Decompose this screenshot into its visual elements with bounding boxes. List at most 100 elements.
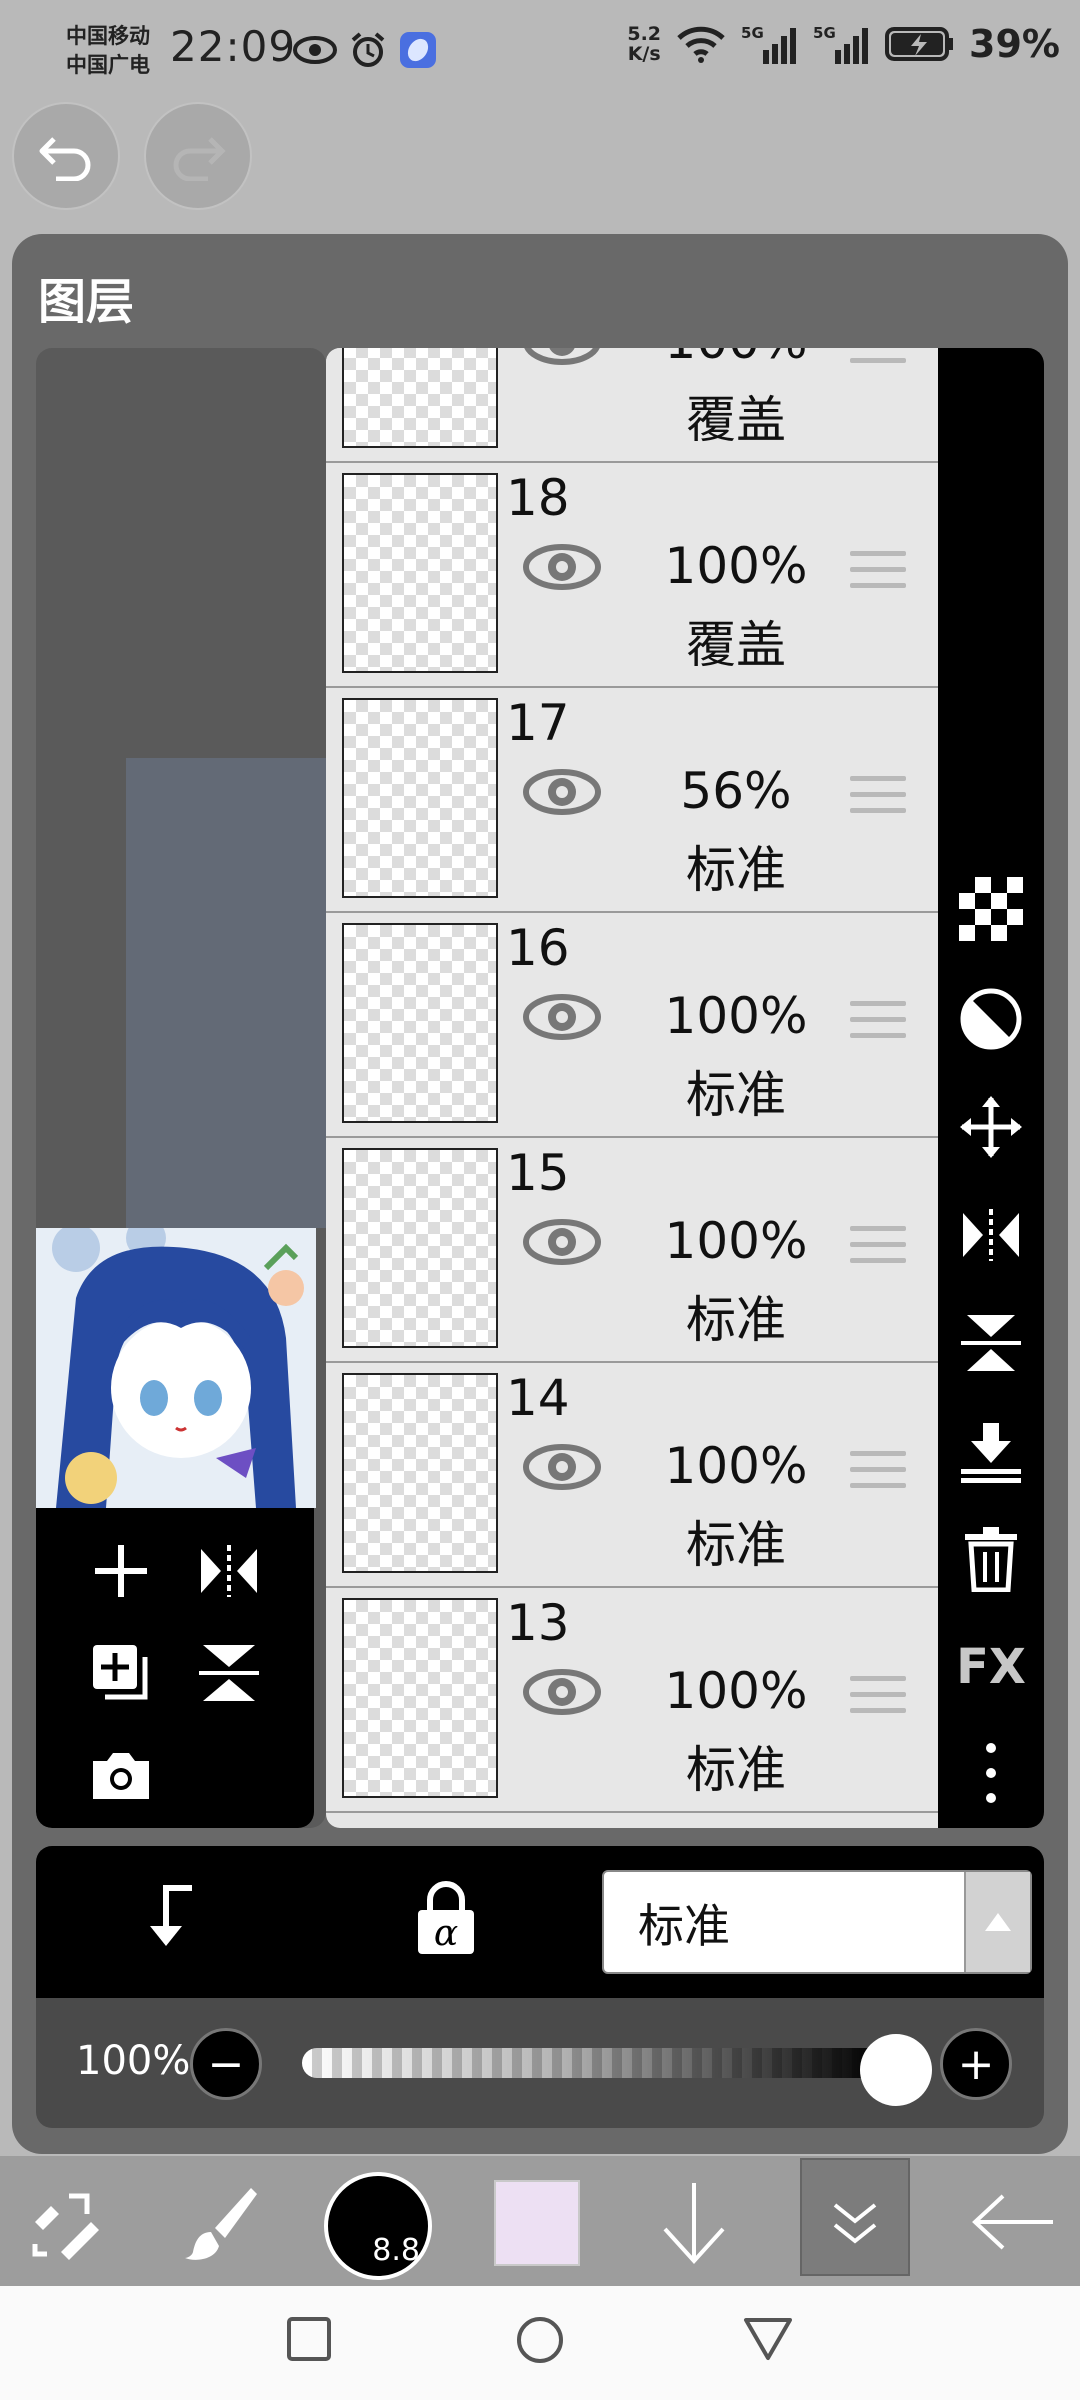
layer-number: 14 bbox=[506, 1369, 570, 1427]
carrier-info: 中国移动 中国广电 bbox=[66, 22, 150, 80]
add-layer-button[interactable] bbox=[86, 1536, 156, 1606]
drag-handle-icon[interactable] bbox=[850, 1451, 906, 1499]
flip-horizontal-button[interactable] bbox=[958, 1202, 1024, 1268]
opacity-slider-track[interactable] bbox=[302, 2048, 882, 2078]
signal-icon-2: 5G bbox=[813, 24, 871, 64]
layer-list[interactable]: 17100%覆盖18100%覆盖1756%标准16100%标准15100%标准1… bbox=[326, 348, 938, 1828]
duplicate-layer-button[interactable] bbox=[86, 1638, 156, 1708]
layer-row[interactable]: 17100%覆盖 bbox=[326, 348, 938, 463]
move-icon bbox=[960, 1096, 1022, 1158]
blend-mode-bar: α 标准 bbox=[36, 1846, 1044, 1998]
layer-row[interactable]: 17 56% 标准 bbox=[326, 688, 938, 913]
system-nav-bar bbox=[0, 2286, 1080, 2400]
flip-vertical-layer-button[interactable] bbox=[194, 1638, 264, 1708]
status-right: 5.2 K/s 5G 5G 39% bbox=[627, 22, 1060, 66]
clock: 22:09 bbox=[170, 22, 297, 71]
blend-mode-value: 标准 bbox=[638, 1899, 730, 1953]
transparent-fill-button[interactable] bbox=[958, 876, 1024, 942]
layer-panel: 图层 覆盖 18 100% 覆盖 17 56% 标准 16 100% 标准 15… bbox=[12, 234, 1068, 2154]
visibility-eye-icon[interactable] bbox=[522, 989, 602, 1045]
brush-tool-button[interactable] bbox=[178, 2174, 264, 2270]
alpha-lock-button[interactable]: α bbox=[416, 1880, 476, 1960]
visibility-eye-icon[interactable] bbox=[522, 539, 602, 595]
alarm-icon bbox=[351, 32, 385, 67]
layer-opacity: 100% bbox=[646, 348, 826, 370]
app-icon bbox=[400, 32, 436, 68]
drag-handle-icon[interactable] bbox=[850, 1676, 906, 1724]
minus-icon: − bbox=[207, 2038, 245, 2090]
brush-size-button[interactable]: 8.8 bbox=[324, 2172, 432, 2280]
add-layer-icon bbox=[95, 1545, 147, 1597]
delete-layer-button[interactable] bbox=[958, 1526, 1024, 1592]
flip-horizontal-icon bbox=[963, 1209, 1019, 1261]
canvas-ghost-image bbox=[126, 758, 326, 1228]
redo-button[interactable] bbox=[144, 102, 252, 210]
net-speed: 5.2 K/s bbox=[627, 24, 661, 64]
drag-handle-icon[interactable] bbox=[850, 1226, 906, 1274]
arrow-down-button[interactable] bbox=[654, 2174, 734, 2270]
move-tool-button[interactable] bbox=[958, 1094, 1024, 1160]
layer-blend-mode: 覆盖 bbox=[686, 616, 786, 674]
flip-vertical-button[interactable] bbox=[958, 1310, 1024, 1376]
battery-percent: 39% bbox=[969, 22, 1060, 66]
transform-button[interactable] bbox=[22, 2174, 108, 2270]
visibility-eye-icon[interactable] bbox=[522, 1439, 602, 1495]
flip-horizontal-layer-button[interactable] bbox=[194, 1536, 264, 1606]
duplicate-layer-icon bbox=[93, 1645, 148, 1700]
back-button[interactable] bbox=[742, 2316, 794, 2366]
fx-button[interactable]: FX bbox=[956, 1634, 1026, 1700]
carrier-2: 中国广电 bbox=[66, 53, 150, 77]
home-icon bbox=[517, 2317, 563, 2363]
visibility-eye-icon[interactable] bbox=[522, 1214, 602, 1270]
layer-opacity: 100% bbox=[664, 987, 808, 1045]
status-bar: 中国移动 中国广电 22:09 5.2 K/s 5G 5G 39% bbox=[0, 0, 1080, 100]
flip-vertical-icon bbox=[199, 1645, 259, 1701]
drag-handle-icon[interactable] bbox=[850, 1001, 906, 1049]
visibility-eye-icon[interactable] bbox=[522, 1664, 602, 1720]
visibility-eye-icon[interactable] bbox=[522, 348, 602, 370]
layer-thumbnail bbox=[342, 698, 498, 898]
home-button[interactable] bbox=[516, 2316, 564, 2368]
merge-down-button[interactable] bbox=[958, 1418, 1024, 1484]
camera-button[interactable] bbox=[86, 1740, 156, 1810]
blend-dropdown-button[interactable] bbox=[964, 1872, 1030, 1972]
layer-row[interactable]: 14 100% 标准 bbox=[326, 1363, 938, 1588]
visibility-eye-icon[interactable] bbox=[522, 764, 602, 820]
arrow-down-icon bbox=[663, 2183, 725, 2264]
undo-icon bbox=[39, 137, 91, 181]
drag-handle-icon[interactable] bbox=[850, 551, 906, 599]
drag-handle-icon[interactable] bbox=[850, 348, 906, 374]
more-button[interactable] bbox=[958, 1740, 1024, 1806]
back-arrow-button[interactable] bbox=[964, 2174, 1060, 2270]
alpha-lock-icon: α bbox=[418, 1881, 474, 1954]
layer-number: 15 bbox=[506, 1144, 570, 1202]
blend-mode-select[interactable]: 标准 bbox=[602, 1870, 1032, 1974]
layer-row[interactable]: 18 100% 覆盖 bbox=[326, 463, 938, 688]
undo-button[interactable] bbox=[12, 102, 120, 210]
layer-opacity: 100% bbox=[664, 1212, 808, 1270]
layer-row[interactable]: 15 100% 标准 bbox=[326, 1138, 938, 1363]
wifi-icon bbox=[677, 26, 725, 63]
opacity-tool-button[interactable] bbox=[958, 986, 1024, 1052]
checker-icon bbox=[959, 877, 1023, 941]
layer-opacity: 56% bbox=[680, 762, 792, 820]
dropdown-up-icon bbox=[985, 1913, 1011, 1931]
opacity-decrease-button[interactable]: − bbox=[190, 2028, 262, 2100]
color-swatch-button[interactable] bbox=[494, 2180, 580, 2266]
bottom-toolbar: 8.8 bbox=[0, 2156, 1080, 2286]
opacity-increase-button[interactable]: + bbox=[940, 2028, 1012, 2100]
net-speed-unit: K/s bbox=[627, 43, 661, 65]
expand-down-button[interactable] bbox=[810, 2174, 900, 2270]
opacity-slider-knob[interactable] bbox=[860, 2034, 932, 2106]
drag-handle-icon[interactable] bbox=[850, 776, 906, 824]
canvas-preview[interactable] bbox=[36, 348, 326, 1828]
clip-button[interactable] bbox=[136, 1882, 200, 1956]
camera-icon bbox=[93, 1753, 149, 1799]
fx-icon: FX bbox=[956, 1639, 1026, 1695]
merge-down-icon bbox=[961, 1423, 1021, 1483]
layer-number: 13 bbox=[506, 1594, 570, 1652]
layer-row[interactable]: 13 100% 标准 bbox=[326, 1588, 938, 1813]
layer-row[interactable]: 16 100% 标准 bbox=[326, 913, 938, 1138]
svg-text:α: α bbox=[434, 1913, 458, 1954]
recent-apps-button[interactable] bbox=[286, 2316, 332, 2366]
